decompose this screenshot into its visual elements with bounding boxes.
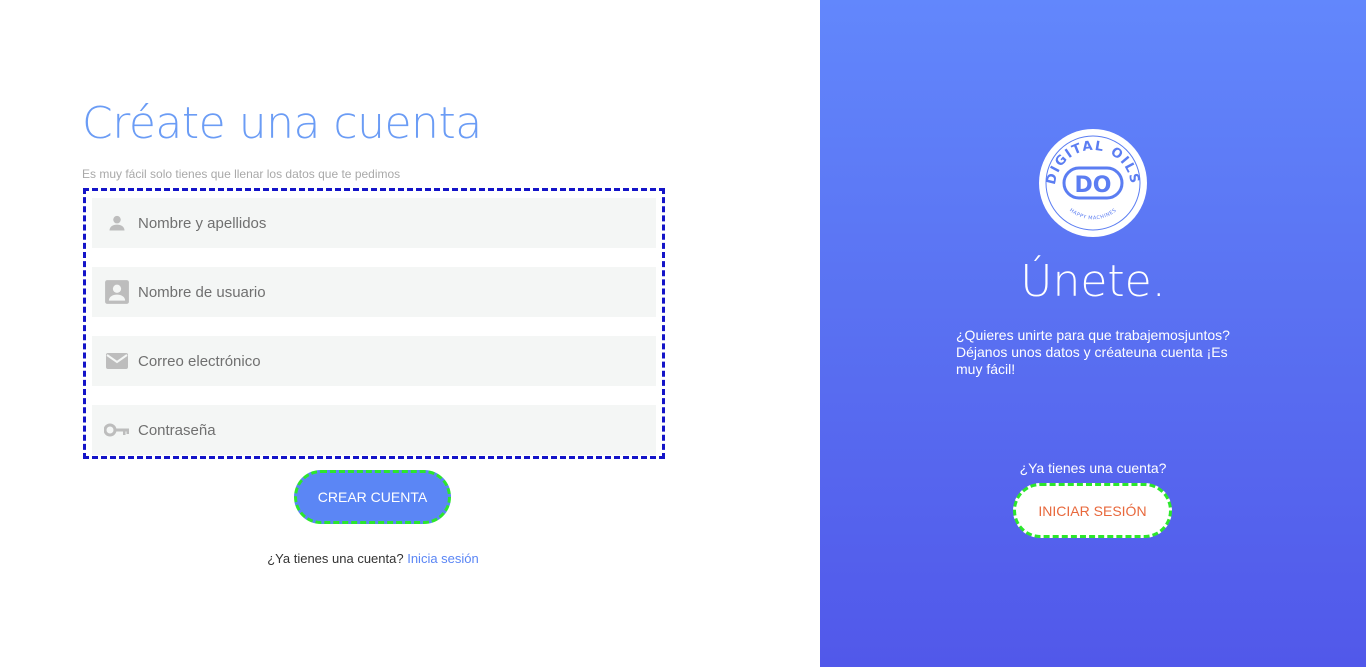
signup-form	[83, 188, 665, 459]
svg-text:DO: DO	[1075, 173, 1112, 198]
page-title: Créate una cuenta	[82, 98, 482, 149]
account-box-icon	[104, 279, 130, 305]
join-title: Únete.	[1020, 256, 1166, 307]
full-name-input[interactable]	[138, 214, 618, 232]
key-icon	[104, 417, 130, 443]
join-description: ¿Quieres unirte para que trabajemosjunto…	[956, 327, 1230, 377]
login-button[interactable]: INICIAR SESIÓN	[1013, 483, 1172, 538]
signin-prompt: ¿Ya tienes una cuenta? Inicia sesión	[0, 551, 746, 566]
username-field[interactable]	[92, 267, 656, 317]
email-icon	[104, 348, 130, 374]
person-icon	[104, 210, 130, 236]
email-input[interactable]	[138, 352, 618, 370]
page-subtitle: Es muy fácil solo tienes que llenar los …	[82, 167, 401, 181]
signin-question: ¿Ya tienes una cuenta?	[267, 551, 404, 566]
password-field[interactable]	[92, 405, 656, 455]
login-question: ¿Ya tienes una cuenta?	[1019, 460, 1167, 476]
signin-link[interactable]: Inicia sesión	[407, 551, 479, 566]
username-input[interactable]	[138, 283, 618, 301]
create-account-button[interactable]: CREAR CUENTA	[294, 470, 451, 524]
digital-oils-logo: DIGITAL OILS DO HAPPY MACHINES	[1038, 128, 1148, 238]
password-input[interactable]	[138, 421, 618, 439]
full-name-field[interactable]	[92, 198, 656, 248]
email-field[interactable]	[92, 336, 656, 386]
